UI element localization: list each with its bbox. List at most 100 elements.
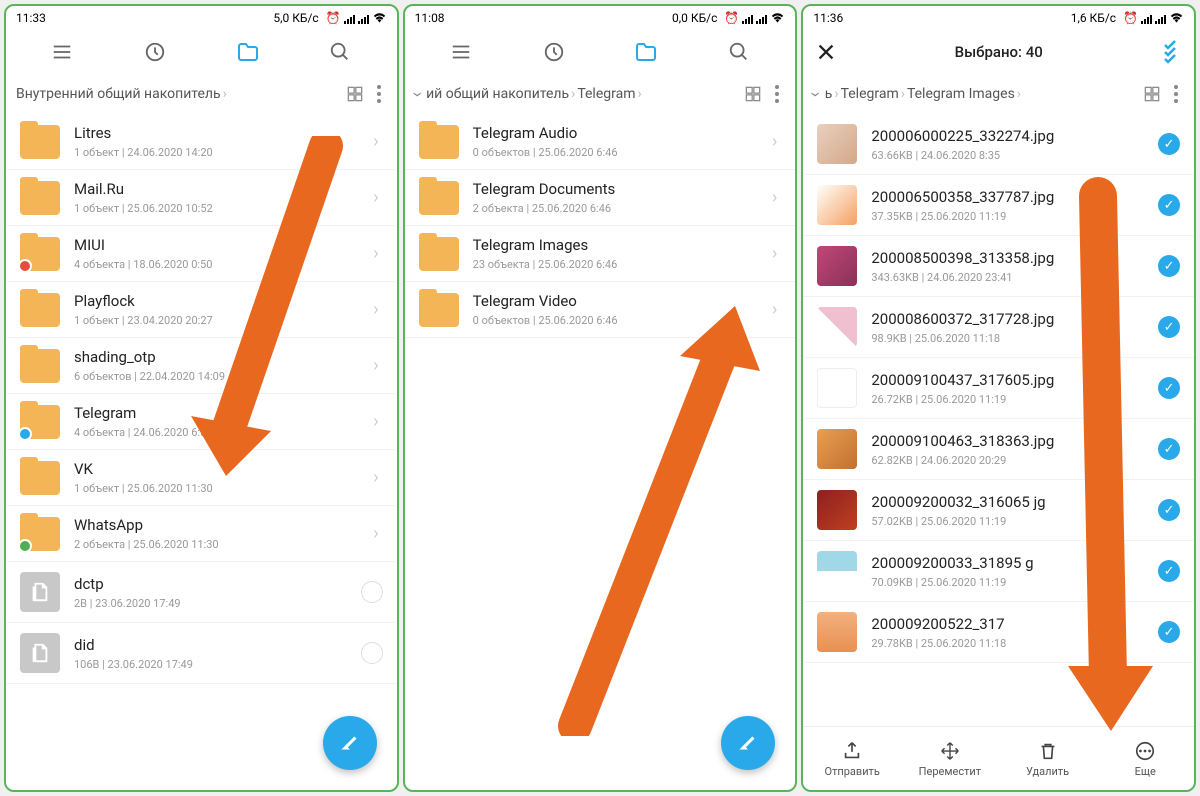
search-icon[interactable] xyxy=(726,39,752,65)
list-item[interactable]: 200009200033_31895 g70.09KB | 25.06.2020… xyxy=(803,541,1194,602)
list-item[interactable]: Telegram Audio0 объектов | 25.06.2020 6:… xyxy=(405,114,796,170)
item-name: Telegram Documents xyxy=(473,180,768,198)
list-item[interactable]: WhatsApp2 объекта | 25.06.2020 11:30› xyxy=(6,506,397,562)
file-list[interactable]: Telegram Audio0 объектов | 25.06.2020 6:… xyxy=(405,114,796,790)
list-item[interactable]: 200009200522_31729.78KB | 25.06.2020 11:… xyxy=(803,602,1194,663)
breadcrumb[interactable]: Внутренний общий накопитель › xyxy=(6,74,397,114)
list-item[interactable]: Telegram Images23 объекта | 25.06.2020 6… xyxy=(405,226,796,282)
image-thumbnail xyxy=(817,429,857,469)
menu-icon[interactable] xyxy=(448,39,474,65)
bottom-action-bar: Отправить Переместит Удалить Еще xyxy=(803,726,1194,790)
document-icon xyxy=(20,572,60,612)
chevron-right-icon: › xyxy=(768,187,781,208)
list-item[interactable]: 200006500358_337787.jpg 37.35KB | 25.06.2… xyxy=(803,175,1194,236)
item-meta: 2 объекта | 25.06.2020 11:30 xyxy=(74,538,369,551)
list-item[interactable]: dctp2B | 23.06.2020 17:49 xyxy=(6,562,397,623)
more-icon[interactable] xyxy=(371,84,387,104)
close-icon[interactable] xyxy=(813,39,839,65)
list-item[interactable]: Telegram Documents2 объекта | 25.06.2020… xyxy=(405,170,796,226)
file-list[interactable]: 200006000225_332274.jpg 63.66KB | 24.06.2… xyxy=(803,114,1194,726)
item-name: 200006000225_332274.jpg xyxy=(871,127,1158,145)
list-item[interactable]: MIUI4 объекта | 18.06.2020 0:50› xyxy=(6,226,397,282)
status-bar: 11:33 5,0 КБ/с ⏰ xyxy=(6,6,397,30)
folder-icon xyxy=(20,349,60,383)
item-name: Litres xyxy=(74,124,369,142)
item-meta: 0 объектов | 25.06.2020 6:46 xyxy=(473,314,768,327)
breadcrumb-text: Telegram xyxy=(577,86,635,102)
list-item[interactable]: 200008600372_317728.jpg98.9KB | 25.06.20… xyxy=(803,297,1194,358)
back-icon[interactable]: › xyxy=(806,91,827,96)
list-item[interactable]: Telegram Video 0 объектов | 25.06.2020 6:… xyxy=(405,282,796,338)
checkbox-checked[interactable]: ✓ xyxy=(1158,255,1180,277)
checkbox-checked[interactable]: ✓ xyxy=(1158,499,1180,521)
item-name: 200009200033_31895 g xyxy=(871,554,1158,572)
checkbox-checked[interactable]: ✓ xyxy=(1158,316,1180,338)
list-item[interactable]: Playflock1 объект | 23.04.2020 20:27› xyxy=(6,282,397,338)
list-item[interactable]: shading_otp6 объектов | 22.04.2020 14:09… xyxy=(6,338,397,394)
item-meta: 2B | 23.06.2020 17:49 xyxy=(74,597,361,610)
checkbox[interactable] xyxy=(361,642,383,664)
more-icon[interactable] xyxy=(1168,84,1184,104)
checkbox-checked[interactable]: ✓ xyxy=(1158,377,1180,399)
menu-icon[interactable] xyxy=(49,39,75,65)
item-name: 200006500358_337787.jpg xyxy=(871,188,1158,206)
list-item[interactable]: 200009100463_318363.jpg62.82KB | 24.06.2… xyxy=(803,419,1194,480)
grid-view-icon[interactable] xyxy=(345,84,365,104)
list-item[interactable]: Litres1 объект | 24.06.2020 14:20› xyxy=(6,114,397,170)
status-net: 0,0 КБ/с xyxy=(672,11,717,25)
list-item[interactable]: Telegram4 объекта | 24.06.2020 6:50› xyxy=(6,394,397,450)
item-meta: 343.63KB | 24.06.2020 23:41 xyxy=(871,271,1158,284)
item-meta: 37.35KB | 25.06.2020 11:19 xyxy=(871,210,1158,223)
clean-fab[interactable] xyxy=(323,716,377,770)
checkbox-checked[interactable]: ✓ xyxy=(1158,560,1180,582)
folder-icon xyxy=(419,181,459,215)
more-icon[interactable] xyxy=(769,84,785,104)
send-button[interactable]: Отправить xyxy=(803,727,901,790)
list-item[interactable]: 200009200032_316065 jg57.02KB | 25.06.20… xyxy=(803,480,1194,541)
list-item[interactable]: 200006000225_332274.jpg 63.66KB | 24.06.2… xyxy=(803,114,1194,175)
selection-title: Выбрано: 40 xyxy=(839,43,1158,61)
checkbox-checked[interactable]: ✓ xyxy=(1158,194,1180,216)
checkbox-checked[interactable]: ✓ xyxy=(1158,133,1180,155)
item-name: MIUI xyxy=(74,236,369,254)
file-list[interactable]: Litres1 объект | 24.06.2020 14:20›Mail.R… xyxy=(6,114,397,790)
signal-icon xyxy=(756,13,767,24)
signal-icon xyxy=(1141,13,1152,24)
status-net: 5,0 КБ/с xyxy=(273,11,318,25)
clean-fab[interactable] xyxy=(721,716,775,770)
folder-tab-icon[interactable] xyxy=(633,39,659,65)
folder-tab-icon[interactable] xyxy=(235,39,261,65)
checkbox-checked[interactable]: ✓ xyxy=(1158,438,1180,460)
grid-view-icon[interactable] xyxy=(1142,84,1162,104)
delete-button[interactable]: Удалить xyxy=(999,727,1097,790)
select-all-icon[interactable] xyxy=(1158,39,1184,65)
checkbox-checked[interactable]: ✓ xyxy=(1158,621,1180,643)
image-thumbnail xyxy=(817,307,857,347)
search-icon[interactable] xyxy=(327,39,353,65)
list-item[interactable]: 200009100437_317605.jpg26.72KB | 25.06.2… xyxy=(803,358,1194,419)
list-item[interactable]: VK1 объект | 25.06.2020 11:30› xyxy=(6,450,397,506)
more-button[interactable]: Еще xyxy=(1096,727,1194,790)
item-meta: 1 объект | 24.06.2020 14:20 xyxy=(74,146,369,159)
folder-icon xyxy=(20,125,60,159)
breadcrumb[interactable]: › ь›Telegram›Telegram Images› xyxy=(803,74,1194,114)
status-bar: 11:36 1,6 КБ/с ⏰ xyxy=(803,6,1194,30)
item-meta: 0 объектов | 25.06.2020 6:46 xyxy=(473,146,768,159)
recent-icon[interactable] xyxy=(541,39,567,65)
list-item[interactable]: Mail.Ru1 объект | 25.06.2020 10:52› xyxy=(6,170,397,226)
item-meta: 63.66KB | 24.06.2020 8:35 xyxy=(871,149,1158,162)
list-item[interactable]: 200008500398_313358.jpg 343.63KB | 24.06.… xyxy=(803,236,1194,297)
recent-icon[interactable] xyxy=(142,39,168,65)
item-name: 200008500398_313358.jpg xyxy=(871,249,1158,267)
list-item[interactable]: did106B | 23.06.2020 17:49 xyxy=(6,623,397,684)
item-meta: 1 объект | 25.06.2020 10:52 xyxy=(74,202,369,215)
image-thumbnail xyxy=(817,124,857,164)
chevron-right-icon: › xyxy=(768,299,781,320)
breadcrumb[interactable]: › ий общий накопитель›Telegram› xyxy=(405,74,796,114)
checkbox[interactable] xyxy=(361,581,383,603)
folder-icon xyxy=(419,125,459,159)
move-button[interactable]: Переместит xyxy=(901,727,999,790)
grid-view-icon[interactable] xyxy=(743,84,763,104)
back-icon[interactable]: › xyxy=(407,91,428,96)
item-name: Telegram Video xyxy=(473,292,768,310)
